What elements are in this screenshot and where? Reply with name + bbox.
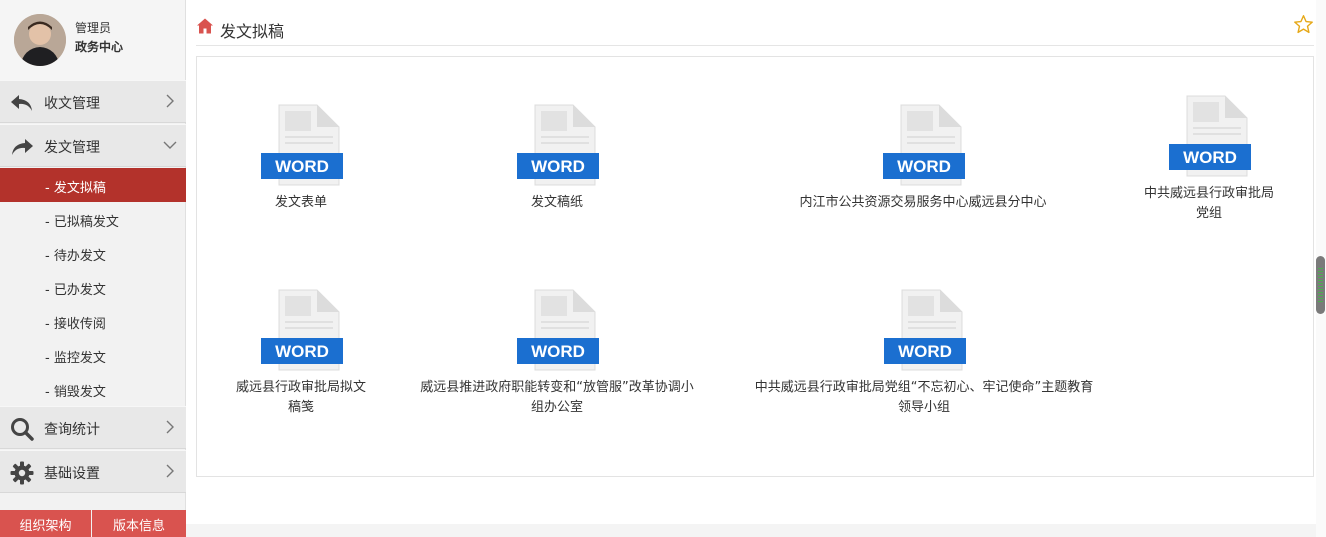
menu-label: 发文管理: [44, 140, 100, 156]
word-badge-text: WORD: [275, 157, 329, 176]
submenu-label: - 待办发文: [45, 249, 106, 264]
document-label: 发文表单: [274, 195, 327, 210]
document-template-item[interactable]: WORD 中共威远县行政审批局党组: [1139, 94, 1279, 224]
document-label: 发文稿纸: [530, 195, 583, 210]
version-info-button[interactable]: 版本信息: [92, 510, 186, 537]
word-document-icon: WORD: [261, 289, 343, 371]
word-badge-text: WORD: [275, 342, 329, 361]
chevron-right-icon: [166, 420, 174, 434]
submenu-item-drafted[interactable]: - 已拟稿发文: [0, 202, 186, 236]
document-template-item[interactable]: WORD 内江市公共资源交易服务中心威远县分中心: [783, 103, 1063, 213]
submenu-item-pending[interactable]: - 待办发文: [0, 236, 186, 270]
chevron-down-icon: [163, 141, 177, 149]
word-badge-text: WORD: [898, 342, 952, 361]
scrollbar-grip: [1318, 268, 1323, 302]
forward-arrow-icon: [12, 139, 33, 155]
home-icon[interactable]: [196, 17, 214, 35]
menu-query-statistics[interactable]: 查询统计: [0, 406, 186, 449]
menu-label: 收文管理: [44, 96, 100, 112]
document-template-item[interactable]: WORD 中共威远县行政审批局党组“不忘初心、牢记使命”主题教育领导小组: [752, 288, 1096, 418]
word-document-icon: WORD: [884, 289, 966, 371]
word-document-icon: WORD: [261, 104, 343, 186]
document-template-item[interactable]: WORD 发文稿纸: [497, 103, 617, 213]
document-label: 中共威远县行政审批局党组“不忘初心、牢记使命”主题教育领导小组: [754, 380, 1094, 415]
app-window: 管理员 政务中心 收文管理 发文管理 - 发文拟稿 - 已拟稿发文 - 待办发文…: [0, 0, 1326, 537]
submenu-item-destroy[interactable]: - 销毁发文: [0, 372, 186, 406]
submenu-item-monitor[interactable]: - 监控发文: [0, 338, 186, 372]
submenu-label: - 销毁发文: [45, 385, 106, 400]
menu-basic-settings[interactable]: 基础设置: [0, 450, 186, 493]
user-department: 政务中心: [75, 40, 124, 54]
submenu-label: - 已办发文: [45, 283, 106, 298]
document-label: 内江市公共资源交易服务中心威远县分中心: [799, 195, 1047, 210]
search-icon: [11, 418, 34, 441]
word-document-icon: WORD: [1169, 95, 1251, 177]
submenu-item-done[interactable]: - 已办发文: [0, 270, 186, 304]
scrollbar-thumb[interactable]: [1316, 256, 1325, 314]
user-panel: 管理员 政务中心: [0, 0, 185, 80]
user-role: 管理员: [75, 21, 112, 35]
page-title: 发文拟稿: [220, 22, 285, 41]
template-panel: WORD 发文表单 WORD 发文稿纸 WORD 内江市公共资源交易服务中心威远…: [196, 56, 1314, 477]
breadcrumb-divider: [196, 45, 1314, 46]
avatar-image: [14, 14, 66, 66]
footer-band: [186, 524, 1326, 537]
submenu-label: - 发文拟稿: [45, 181, 106, 196]
document-template-item[interactable]: WORD 威远县推进政府职能转变和“放管服”改革协调小组办公室: [415, 288, 699, 418]
submenu-label: - 监控发文: [45, 351, 106, 366]
sidebar: 管理员 政务中心 收文管理 发文管理 - 发文拟稿 - 已拟稿发文 - 待办发文…: [0, 0, 186, 537]
reply-arrow-icon: [11, 95, 32, 111]
avatar[interactable]: [14, 14, 66, 66]
word-badge-text: WORD: [531, 157, 585, 176]
chevron-right-icon: [166, 94, 174, 108]
menu-send-documents[interactable]: 发文管理: [0, 124, 186, 167]
menu-label: 基础设置: [44, 466, 100, 482]
org-structure-button[interactable]: 组织架构: [0, 510, 91, 537]
submenu-label: - 接收传阅: [45, 317, 106, 332]
document-label: 中共威远县行政审批局党组: [1143, 186, 1274, 221]
submenu-item-circulate[interactable]: - 接收传阅: [0, 304, 186, 338]
document-template-item[interactable]: WORD 威远县行政审批局拟文稿笺: [231, 288, 371, 418]
word-badge-text: WORD: [531, 342, 585, 361]
word-document-icon: WORD: [883, 104, 965, 186]
word-badge-text: WORD: [897, 157, 951, 176]
menu-label: 查询统计: [44, 422, 100, 438]
favorite-star-icon[interactable]: [1293, 14, 1314, 35]
word-document-icon: WORD: [517, 289, 599, 371]
submenu-label: - 已拟稿发文: [45, 215, 119, 230]
document-template-item[interactable]: WORD 发文表单: [241, 103, 361, 213]
chevron-right-icon: [166, 464, 174, 478]
gear-icon: [10, 461, 34, 485]
document-label: 威远县行政审批局拟文稿笺: [235, 380, 366, 415]
word-document-icon: WORD: [517, 104, 599, 186]
document-label: 威远县推进政府职能转变和“放管服”改革协调小组办公室: [420, 380, 694, 415]
word-badge-text: WORD: [1183, 148, 1237, 167]
submenu-item-draft[interactable]: - 发文拟稿: [0, 168, 186, 202]
menu-receive-documents[interactable]: 收文管理: [0, 80, 186, 123]
